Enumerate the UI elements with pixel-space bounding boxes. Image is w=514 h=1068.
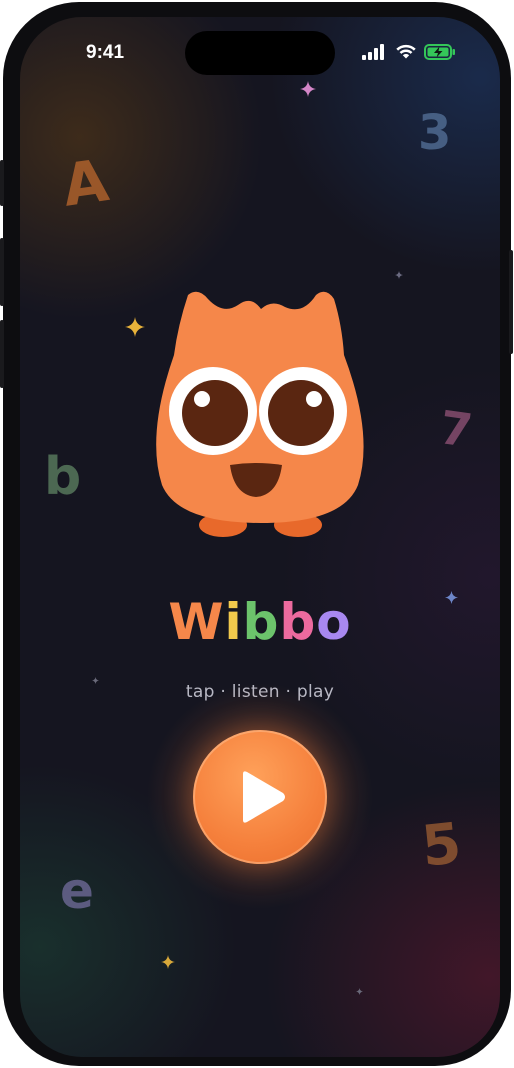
sparkle-icon <box>125 317 145 337</box>
action-button <box>0 160 4 206</box>
status-time: 9:41 <box>86 42 125 63</box>
battery-charging-icon <box>424 44 455 60</box>
volume-down-button <box>0 320 4 388</box>
sparkle-icon <box>161 955 175 969</box>
power-button <box>509 250 513 354</box>
floating-number-5: 5 <box>418 811 465 880</box>
app-screen: 9:41 A 3 b 7 e 5 Wibbo <box>20 17 500 1057</box>
floating-number-7: 7 <box>436 400 476 458</box>
wifi-icon <box>396 44 416 59</box>
app-title-letter: b <box>279 593 317 651</box>
owl-mascot-icon <box>156 291 364 537</box>
volume-up-button <box>0 238 4 306</box>
sparkle-icon <box>300 81 316 97</box>
phone-frame: 9:41 A 3 b 7 e 5 Wibbo <box>0 2 513 1066</box>
app-title-letter: W <box>168 593 225 651</box>
sparkle-icon <box>395 271 403 279</box>
floating-letter-e: e <box>60 862 94 920</box>
floating-letter-b: b <box>44 447 82 507</box>
app-title-letter: i <box>224 593 243 651</box>
floating-letter-a: A <box>58 146 113 220</box>
floating-number-3: 3 <box>418 105 452 161</box>
dynamic-island <box>185 31 335 75</box>
cellular-signal-icon <box>362 44 384 60</box>
sparkle-icon <box>356 988 363 995</box>
app-title: Wibbo <box>20 592 500 652</box>
app-title-letter: b <box>242 593 280 651</box>
app-title-letter: o <box>316 593 352 651</box>
play-button[interactable] <box>193 730 327 864</box>
play-icon <box>243 771 285 823</box>
